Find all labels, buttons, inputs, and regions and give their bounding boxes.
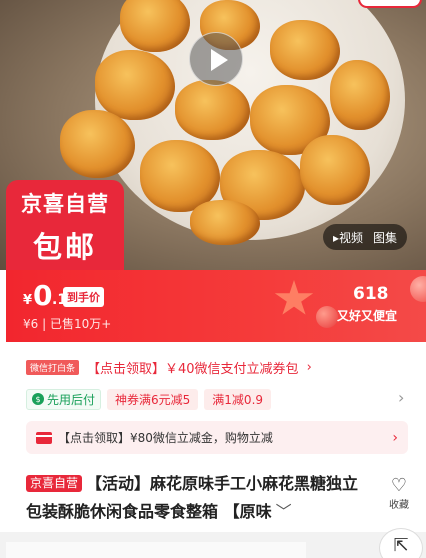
- dollar-icon: $: [32, 393, 44, 405]
- price-currency: ¥: [23, 293, 33, 308]
- heart-icon: ♡: [390, 475, 408, 496]
- snack-piece: [270, 20, 340, 80]
- expand-title-icon[interactable]: ﹀: [276, 502, 292, 521]
- price-divider: |: [42, 317, 47, 331]
- coupon-row[interactable]: $ 先用后付 神券满6元减5 满1减0.9: [26, 388, 272, 410]
- pay-later-label: 先用后付: [47, 392, 96, 407]
- wechat-tag: 微信打白条: [26, 359, 80, 375]
- chevron-right-icon: ›: [306, 359, 312, 375]
- wechat-bonus-notice[interactable]: 【点击领取】¥80微信立减金，购物立减 ›: [26, 421, 408, 454]
- snack-piece: [330, 60, 390, 130]
- notice-text: 【点击领取】¥80微信立减金，购物立减: [58, 431, 273, 445]
- top-pill: [358, 0, 422, 8]
- balloon-decoration: [410, 276, 426, 302]
- sold-count: 已售10万+: [49, 317, 112, 331]
- star-decoration: [274, 280, 314, 315]
- coupon-chip[interactable]: 神券满6元减5: [107, 388, 199, 410]
- pay-later-badge[interactable]: $ 先用后付: [26, 388, 102, 410]
- favorite-button[interactable]: ♡ 收藏: [385, 475, 413, 512]
- jingxi-badge: 京喜自营 包邮: [6, 180, 124, 270]
- media-tabs: ▸视频 图集: [323, 224, 408, 250]
- favorite-label: 收藏: [389, 500, 409, 511]
- self-operated-tag: 京喜自营: [26, 475, 83, 492]
- chevron-right-icon: ›: [392, 429, 398, 446]
- chevron-right-icon[interactable]: ›: [398, 388, 404, 407]
- next-section-preview: [6, 542, 306, 558]
- festival-slogan: 又好又便宜: [337, 309, 398, 323]
- original-price: ¥6: [23, 317, 39, 331]
- card-icon: [36, 431, 52, 444]
- festival-number: 618: [353, 284, 389, 304]
- section-divider: [0, 532, 426, 558]
- price-sub: ¥6 | 已售10万+: [23, 315, 111, 332]
- wechat-promo-text[interactable]: 【点击领取】￥40微信支付立减券包: [87, 358, 299, 377]
- product-title: 京喜自营 【活动】麻花原味手工小麻花黑糖独立包装酥脆休闲食品零食整箱 【原味 ﹀: [26, 470, 364, 526]
- snack-piece: [175, 80, 250, 140]
- snack-piece: [60, 110, 135, 178]
- price-integer: 0: [33, 279, 53, 312]
- badge-line2: 包邮: [32, 230, 97, 264]
- final-price-tag: 到手价: [63, 287, 104, 307]
- play-icon[interactable]: [189, 32, 243, 86]
- share-icon: ⇱: [393, 535, 409, 556]
- wechat-promo[interactable]: 微信打白条 【点击领取】￥40微信支付立减券包 ›: [26, 356, 312, 378]
- tab-video[interactable]: ▸视频: [333, 229, 363, 246]
- tab-gallery[interactable]: 图集: [373, 229, 397, 246]
- coupon-chip[interactable]: 满1减0.9: [204, 388, 272, 410]
- price-banner: ¥ 0 .1 到手价 ¥6 | 已售10万+ 618 又好又便宜: [6, 270, 426, 342]
- badge-line1: 京喜自营: [21, 192, 109, 216]
- snack-piece: [300, 135, 370, 205]
- snack-piece: [95, 50, 175, 120]
- snack-piece: [190, 200, 260, 245]
- balloon-decoration: [316, 306, 338, 328]
